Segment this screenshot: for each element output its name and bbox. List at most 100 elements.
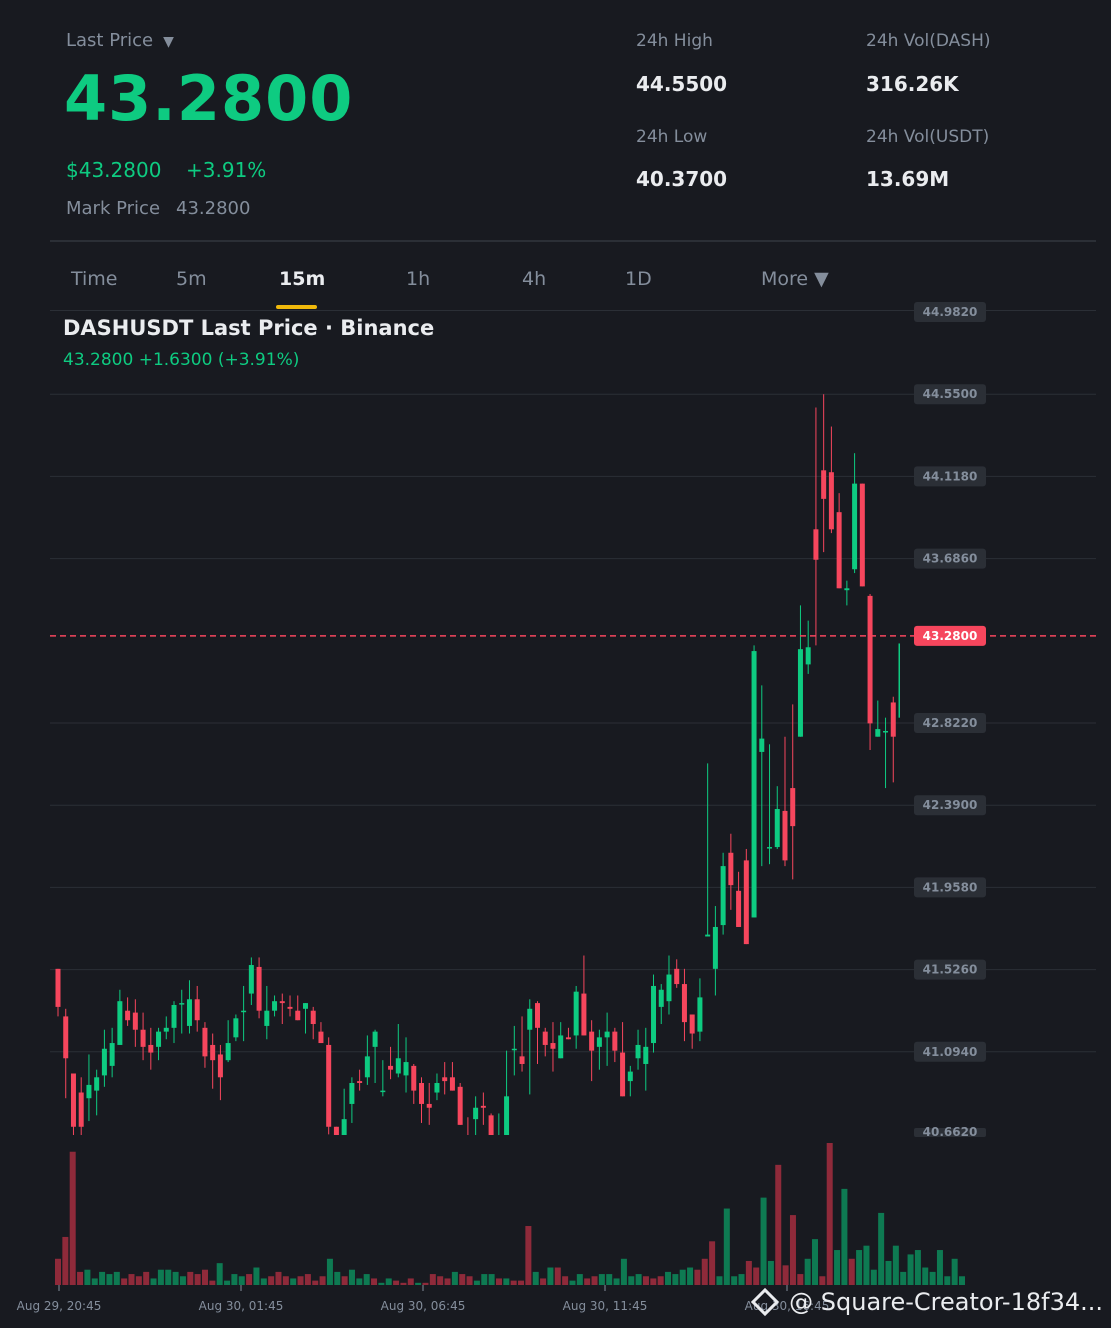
volume-bar bbox=[576, 1274, 583, 1285]
volume-bar bbox=[628, 1276, 635, 1285]
volume-bar bbox=[194, 1274, 201, 1285]
x-tick-label: Aug 29, 20:45 bbox=[17, 1299, 102, 1313]
candle-body bbox=[333, 1126, 339, 1135]
volume-bar bbox=[253, 1267, 260, 1285]
volume-bar bbox=[745, 1260, 752, 1285]
candle-body bbox=[318, 1031, 324, 1044]
candle-body bbox=[55, 968, 61, 1007]
volume-bar bbox=[878, 1212, 885, 1285]
candle-body bbox=[264, 1010, 270, 1026]
candle-body bbox=[697, 997, 703, 1032]
candle-body bbox=[225, 1043, 231, 1061]
volume-bar bbox=[620, 1258, 627, 1285]
volume-bar bbox=[106, 1274, 113, 1285]
candle-body bbox=[797, 649, 803, 737]
volume-bar bbox=[84, 1269, 91, 1285]
candle-body bbox=[643, 1046, 649, 1064]
volume-bar bbox=[518, 1280, 525, 1285]
volume-bar bbox=[216, 1263, 223, 1285]
candle-body bbox=[256, 966, 262, 1011]
candle-body bbox=[620, 1052, 626, 1097]
candle-body bbox=[117, 1001, 123, 1045]
volume-bar bbox=[510, 1280, 517, 1285]
chart-title: DASHUSDT Last Price · Binance bbox=[63, 316, 435, 340]
candlestick-chart[interactable]: 44.9820 44.5500 44.1180 43.6860 43.2800 42.82… bbox=[0, 0, 1111, 1328]
volume-bar bbox=[172, 1271, 179, 1285]
volume-bar bbox=[451, 1271, 458, 1285]
volume-bar bbox=[481, 1274, 488, 1285]
volume-bar bbox=[179, 1276, 186, 1285]
volume-bar bbox=[841, 1188, 848, 1285]
candle-body bbox=[465, 1136, 470, 1142]
y-tick-label: 41.9580 bbox=[923, 880, 978, 894]
candle-body bbox=[388, 1065, 394, 1070]
volume-bar bbox=[819, 1276, 826, 1285]
volume-bar bbox=[694, 1269, 701, 1285]
volume-bar bbox=[143, 1271, 150, 1285]
current-price-label: 43.2800 bbox=[923, 629, 978, 643]
volume-bar bbox=[62, 1236, 69, 1285]
volume-bar bbox=[128, 1274, 135, 1285]
candle-body bbox=[712, 926, 718, 969]
volume-bar bbox=[224, 1280, 231, 1285]
candle-body bbox=[109, 1043, 115, 1066]
candle-body bbox=[380, 1090, 386, 1093]
candle-body bbox=[821, 470, 827, 499]
candle-body bbox=[852, 483, 858, 570]
volume-bar bbox=[378, 1282, 385, 1285]
candle-body bbox=[403, 1062, 409, 1076]
candle-body bbox=[179, 1003, 185, 1005]
candle-body bbox=[449, 1077, 455, 1091]
volume-bar bbox=[804, 1258, 811, 1285]
volume-bar bbox=[767, 1260, 774, 1285]
candle-body bbox=[372, 1031, 378, 1047]
candle-body bbox=[736, 890, 742, 927]
volume-bar bbox=[246, 1274, 253, 1285]
volume-bar bbox=[150, 1278, 157, 1285]
volume-bar bbox=[466, 1276, 473, 1285]
volume-bar bbox=[459, 1274, 466, 1285]
candle-body bbox=[186, 999, 192, 1026]
volume-bar bbox=[209, 1280, 216, 1285]
candle-body bbox=[535, 1003, 541, 1028]
candle-body bbox=[279, 1001, 285, 1004]
volume-bar bbox=[488, 1274, 495, 1285]
volume-bar bbox=[121, 1278, 128, 1285]
volume-bar bbox=[731, 1276, 738, 1285]
volume-bar bbox=[334, 1271, 341, 1285]
y-tick-label: 43.6860 bbox=[923, 552, 978, 566]
candle-body bbox=[813, 529, 819, 560]
candle-body bbox=[627, 1071, 633, 1082]
volume-bar bbox=[797, 1274, 804, 1285]
candle-body bbox=[573, 991, 579, 1036]
candle-body bbox=[86, 1084, 92, 1099]
volume-bar bbox=[569, 1280, 576, 1285]
volume-bar bbox=[584, 1278, 591, 1285]
candle-body bbox=[658, 989, 664, 1007]
volume-bar bbox=[503, 1278, 510, 1285]
candle-body bbox=[651, 985, 657, 1044]
candle-body bbox=[720, 866, 726, 926]
candle-body bbox=[604, 1031, 610, 1038]
candle-body bbox=[681, 984, 687, 1023]
volume-bar bbox=[709, 1241, 716, 1285]
candle-body bbox=[550, 1043, 556, 1049]
candle-body bbox=[132, 1012, 138, 1030]
y-tick-label: 41.5260 bbox=[923, 963, 978, 977]
volume-bar bbox=[400, 1282, 407, 1285]
volume-bar bbox=[723, 1208, 730, 1285]
volume-bar bbox=[613, 1278, 620, 1285]
chart-subtitle: 43.2800 +1.6300 (+3.91%) bbox=[63, 350, 300, 370]
x-tick-label: Aug 30, 11:45 bbox=[563, 1299, 648, 1313]
volume-bar bbox=[165, 1269, 172, 1285]
candle-body bbox=[705, 934, 711, 937]
x-tick-label: Aug 30, 06:45 bbox=[381, 1299, 466, 1313]
volume-bar bbox=[775, 1164, 782, 1285]
candle-body bbox=[349, 1083, 355, 1104]
volume-bar bbox=[848, 1258, 855, 1285]
candle-body bbox=[202, 1027, 208, 1057]
volume-bar bbox=[348, 1269, 355, 1285]
volume-bar bbox=[444, 1278, 451, 1285]
watermark: @ Square-Creator-18f34... bbox=[750, 1287, 1103, 1317]
y-tick-label: 44.1180 bbox=[923, 469, 978, 483]
